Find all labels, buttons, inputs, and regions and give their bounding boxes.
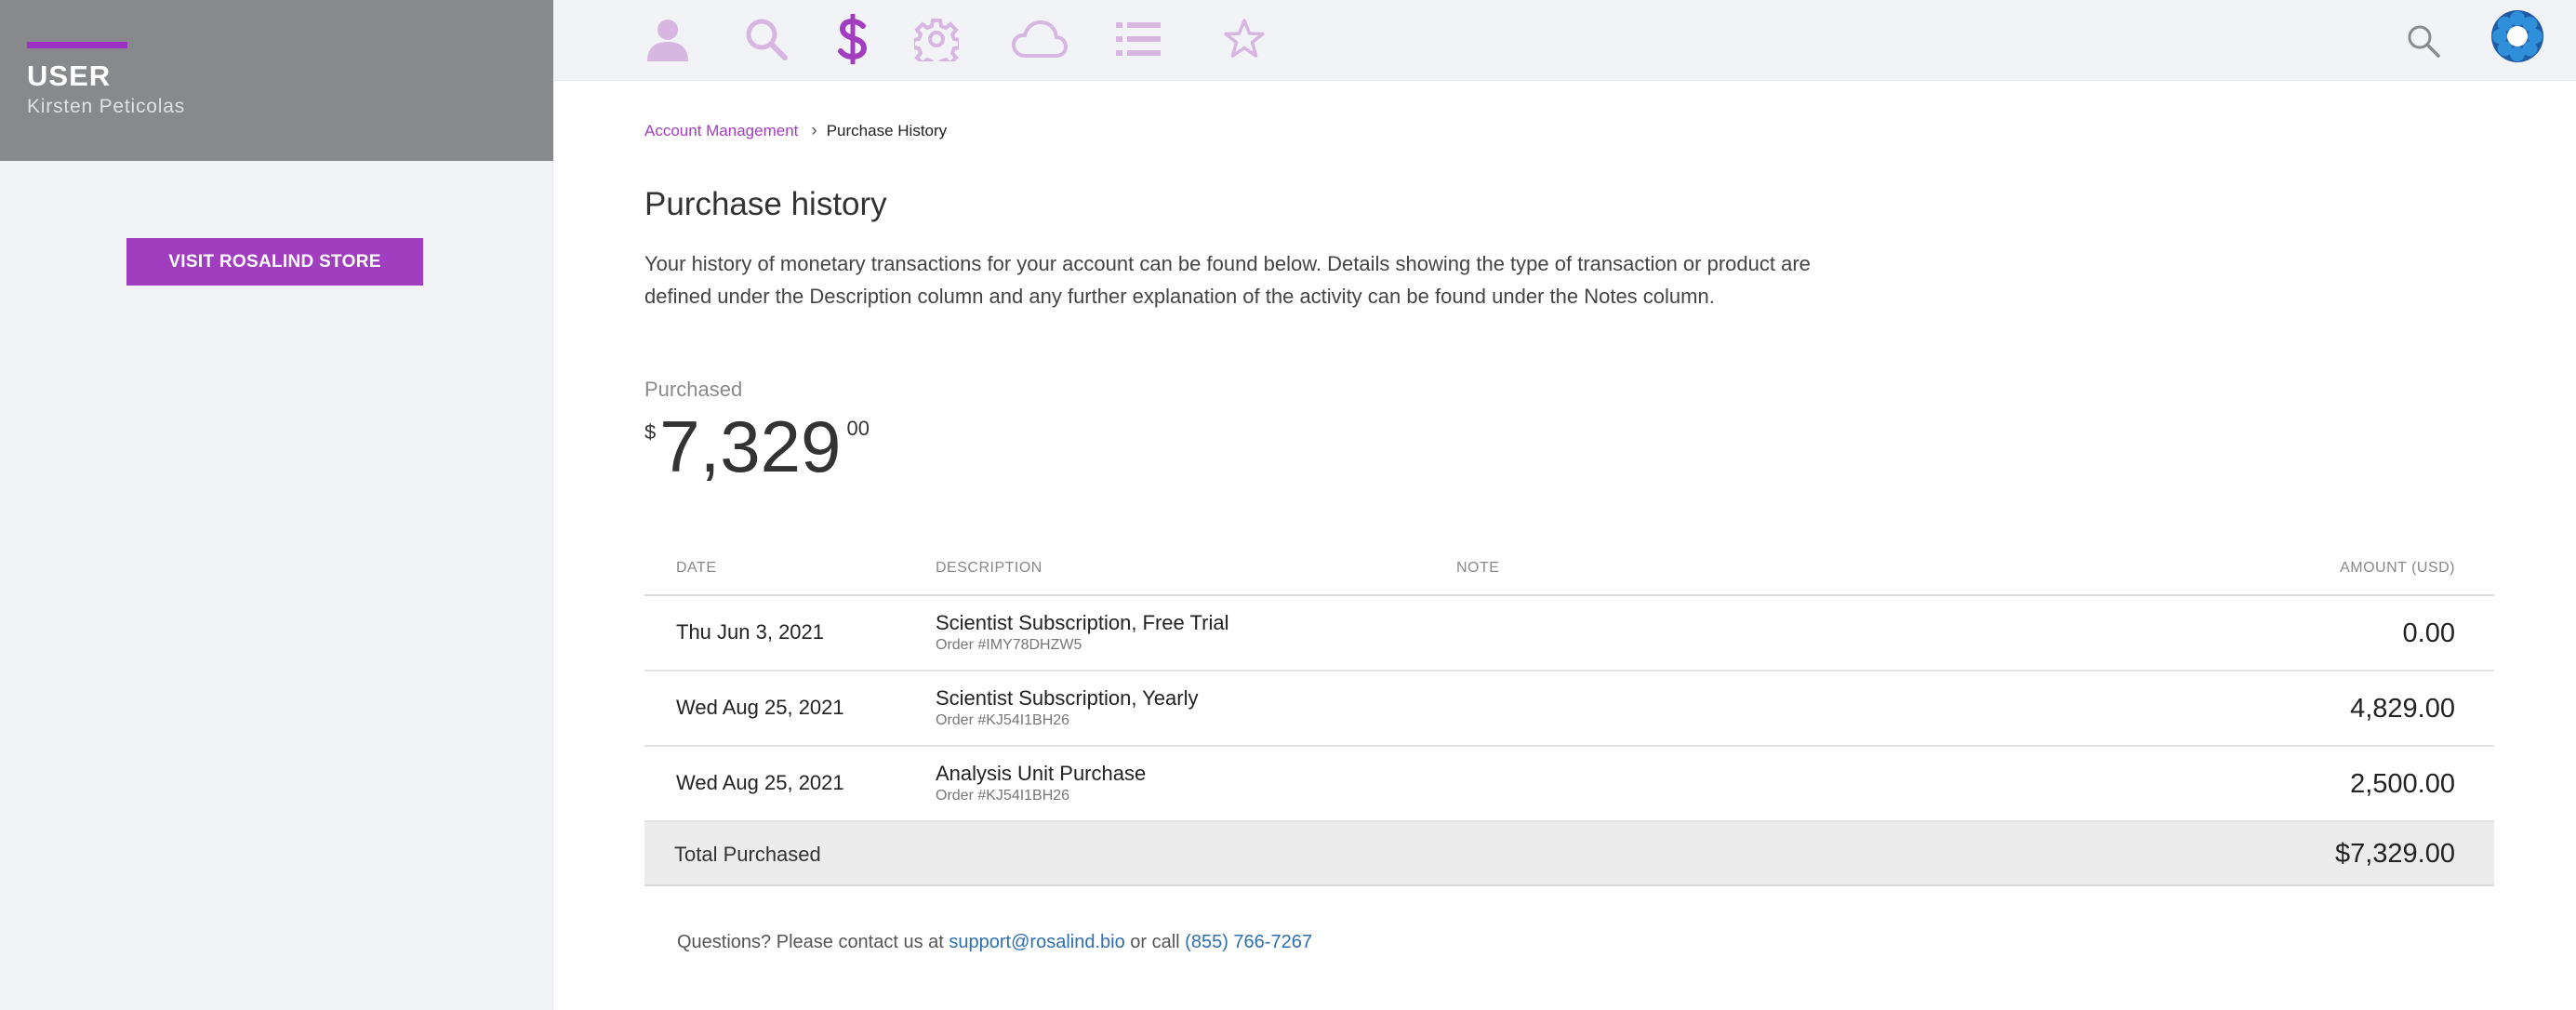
row-date: Wed Aug 25, 2021	[676, 696, 844, 719]
contact-prefix: Questions? Please contact us at	[677, 932, 949, 952]
total-row: Total Purchased $7,329.00	[644, 822, 2494, 886]
breadcrumb-current: Purchase History	[826, 122, 948, 140]
user-accent-bar	[27, 42, 127, 48]
row-amount: 0.00	[2402, 618, 2455, 648]
table-row: Wed Aug 25, 2021 Analysis Unit Purchase …	[644, 747, 2494, 822]
header-date: DATE	[676, 560, 717, 576]
total-amount: $7,329.00	[2334, 839, 2455, 869]
visit-store-button[interactable]: VISIT ROSALIND STORE	[126, 238, 423, 286]
support-email-link[interactable]: support@rosalind.bio	[949, 932, 1124, 952]
purchased-cents: 00	[846, 417, 870, 440]
header-search-icon[interactable]	[2405, 22, 2442, 60]
table-row: Wed Aug 25, 2021 Scientist Subscription,…	[644, 671, 2494, 747]
cloud-icon[interactable]	[1004, 13, 1075, 65]
header-description: DESCRIPTION	[936, 560, 1042, 576]
row-date: Wed Aug 25, 2021	[676, 771, 844, 794]
sidebar: USER Kirsten Peticolas VISIT ROSALIND ST…	[0, 0, 553, 1010]
search-icon[interactable]	[740, 13, 792, 65]
purchase-table: DATE DESCRIPTION NOTE AMOUNT (USD) Thu J…	[644, 549, 2494, 886]
row-amount: 4,829.00	[2350, 694, 2455, 724]
row-description: Scientist Subscription, Free Trial Order…	[936, 611, 1228, 654]
breadcrumb: Account Management › Purchase History	[644, 121, 947, 141]
total-label: Total Purchased	[674, 843, 821, 866]
user-icon[interactable]	[642, 13, 694, 65]
page-intro: Your history of monetary transactions fo…	[644, 252, 1811, 308]
gear-icon[interactable]	[910, 13, 963, 65]
header-amount: AMOUNT (USD)	[2340, 560, 2455, 576]
row-description-title: Scientist Subscription, Free Trial	[936, 611, 1229, 634]
support-phone-link[interactable]: (855) 766-7267	[1185, 932, 1312, 952]
header-note: NOTE	[1456, 560, 1500, 576]
top-navigation-bar	[554, 0, 2576, 81]
purchased-total: $ 7,329 00	[644, 402, 870, 491]
list-icon[interactable]	[1112, 13, 1164, 65]
row-order-number: Order #IMY78DHZW5	[936, 637, 1082, 653]
row-amount: 2,500.00	[2350, 769, 2455, 799]
contact-line: Questions? Please contact us at support@…	[677, 932, 1312, 953]
row-description: Scientist Subscription, Yearly Order #KJ…	[936, 686, 1199, 729]
row-description-title: Analysis Unit Purchase	[936, 762, 1147, 785]
breadcrumb-separator: ›	[811, 121, 817, 140]
row-date: Thu Jun 3, 2021	[676, 620, 825, 644]
contact-middle: or call	[1124, 932, 1186, 952]
purchased-label: Purchased	[644, 378, 743, 401]
purchased-currency: $	[644, 420, 657, 444]
user-panel: USER Kirsten Peticolas	[0, 0, 553, 161]
table-header: DATE DESCRIPTION NOTE AMOUNT (USD)	[644, 549, 2494, 596]
purchased-amount: 7,329	[659, 405, 842, 487]
table-row: Thu Jun 3, 2021 Scientist Subscription, …	[644, 596, 2494, 671]
user-label: USER	[27, 60, 112, 92]
avatar[interactable]	[2491, 10, 2543, 62]
breadcrumb-account-management[interactable]: Account Management	[644, 122, 798, 140]
row-description-title: Scientist Subscription, Yearly	[936, 686, 1199, 710]
dollar-icon[interactable]	[827, 13, 879, 65]
page-title: Purchase history	[644, 186, 887, 222]
star-icon[interactable]	[1218, 13, 1270, 65]
row-order-number: Order #KJ54I1BH26	[936, 788, 1070, 804]
row-description: Analysis Unit Purchase Order #KJ54I1BH26	[936, 762, 1146, 804]
row-order-number: Order #KJ54I1BH26	[936, 712, 1070, 728]
user-name: Kirsten Peticolas	[27, 96, 186, 117]
